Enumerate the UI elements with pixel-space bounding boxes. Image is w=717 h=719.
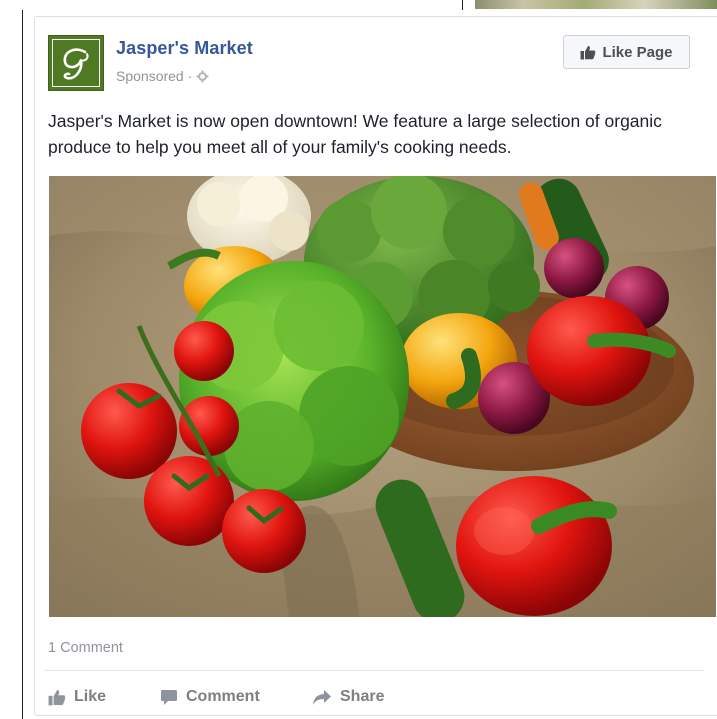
like-label: Like <box>74 688 107 705</box>
share-button[interactable]: Share <box>312 684 384 710</box>
comment-button[interactable]: Comment <box>160 684 260 710</box>
thumbs-up-icon <box>580 45 596 60</box>
page-name-link[interactable]: Jasper's Market <box>116 38 253 59</box>
logo-monogram-icon <box>63 48 89 80</box>
sponsored-label[interactable]: Sponsored <box>116 68 184 84</box>
previous-post-image-strip <box>475 0 717 9</box>
comment-label: Comment <box>186 688 260 705</box>
like-page-label: Like Page <box>602 43 673 61</box>
sponsored-line: Sponsored · <box>116 68 209 84</box>
speech-bubble-icon <box>160 689 178 706</box>
gear-icon[interactable] <box>196 70 209 83</box>
post-actions-bar: Like Comment Share <box>48 684 668 710</box>
page-logo[interactable] <box>48 35 104 91</box>
post-image-vegetables[interactable] <box>49 176 716 617</box>
vegetables-photo <box>49 176 716 617</box>
logo-frame <box>52 39 100 87</box>
sponsored-separator: · <box>187 68 193 84</box>
comment-count-link[interactable]: 1 Comment <box>48 640 123 656</box>
share-arrow-icon <box>312 689 332 706</box>
actions-divider <box>44 670 704 671</box>
like-page-button[interactable]: Like Page <box>563 35 690 69</box>
post-message: Jasper's Market is now open downtown! We… <box>48 111 662 157</box>
share-label: Share <box>340 688 385 705</box>
thumbs-up-icon <box>48 689 66 706</box>
like-button[interactable]: Like <box>48 684 106 710</box>
